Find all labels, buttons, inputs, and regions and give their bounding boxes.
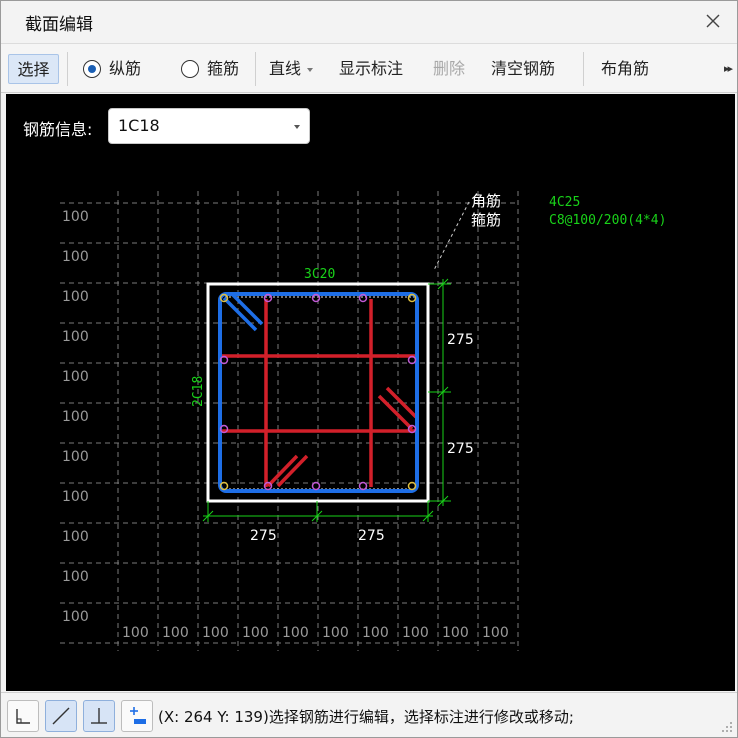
grid-label: 100 [62, 209, 89, 225]
rebar-point[interactable] [311, 481, 321, 491]
grid-label: 100 [62, 609, 89, 625]
grid-label: 100 [62, 529, 89, 545]
grid-labels: 100 100 100 100 100 100 100 100 100 100 100 100 100 1… [62, 209, 509, 641]
rebar-point[interactable] [358, 481, 368, 491]
grid-label: 100 [62, 569, 89, 585]
perpendicular-button[interactable] [83, 700, 115, 732]
window-title: 截面编辑 [25, 15, 93, 35]
diagonal-line-icon [52, 707, 70, 725]
stirrup-radio[interactable]: 箍筋 [181, 54, 239, 84]
line-label: 直线 [269, 59, 302, 78]
background-grid [60, 191, 519, 651]
toolbar: 选择 纵筋 箍筋 直线 显示标注 删除 清空钢筋 布角筋 ▸▸ [1, 43, 737, 93]
legend-stirrup-label: 箍筋 [471, 211, 501, 229]
radio-unchecked-icon [181, 60, 199, 78]
dim-bottom-right[interactable]: 275 [358, 528, 385, 544]
grid-label: 100 [62, 249, 89, 265]
grid-label: 100 [62, 449, 89, 465]
grid-label: 100 [322, 625, 349, 641]
perpendicular-icon [91, 708, 107, 724]
grid-label: 100 [62, 329, 89, 345]
diagonal-line-button[interactable] [45, 700, 77, 732]
grid-label: 100 [62, 369, 89, 385]
title-bar: 截面编辑 [1, 1, 737, 41]
status-text: (X: 264 Y: 139)选择钢筋进行编辑，选择标注进行修改或移动; [158, 708, 574, 726]
orthogonal-icon [16, 709, 30, 724]
dim-bottom-left[interactable]: 275 [250, 528, 277, 544]
dim-right-top[interactable]: 275 [447, 332, 474, 348]
corner-spec-label: 4C25 [549, 195, 580, 210]
orthogonal-button[interactable] [7, 700, 39, 732]
corner-rebar-button[interactable]: 布角筋 [601, 54, 649, 84]
grid-label: 100 [282, 625, 309, 641]
grid-label: 100 [442, 625, 469, 641]
grid-label: 100 [402, 625, 429, 641]
add-dimension-icon [130, 707, 146, 724]
resize-grip-icon[interactable] [721, 721, 733, 733]
section-edit-window: 截面编辑 选择 纵筋 箍筋 直线 显示标注 删除 清空钢筋 布角筋 ▸▸ 钢筋信… [0, 0, 738, 738]
top-rebar-label[interactable]: 3C20 [304, 267, 335, 282]
dim-right-bottom[interactable]: 275 [447, 441, 474, 457]
legend-corner-label: 角筋 [471, 192, 501, 210]
legend-leader-line [433, 201, 470, 271]
grid-label: 100 [202, 625, 229, 641]
side-rebar-label[interactable]: 2C18 [191, 376, 206, 407]
grid-label: 100 [162, 625, 189, 641]
status-bar: (X: 264 Y: 139)选择钢筋进行编辑，选择标注进行修改或移动; [1, 692, 737, 737]
stirrup-spec-label: C8@100/200(4*4) [549, 213, 666, 228]
grid-label: 100 [362, 625, 389, 641]
toolbar-divider [67, 52, 68, 86]
section-drawing[interactable]: 100 100 100 100 100 100 100 100 100 100 100 100 100 1… [6, 94, 735, 691]
add-dimension-button[interactable] [121, 700, 153, 732]
close-icon [706, 14, 720, 28]
toolbar-divider [255, 52, 256, 86]
chevron-down-icon [307, 67, 314, 72]
stirrup-label: 箍筋 [207, 59, 240, 78]
longitudinal-label: 纵筋 [109, 59, 142, 78]
toolbar-divider [583, 52, 584, 86]
grid-label: 100 [122, 625, 149, 641]
rebar-point[interactable] [407, 481, 417, 491]
select-button[interactable]: 选择 [8, 54, 59, 84]
longitudinal-radio[interactable]: 纵筋 [83, 54, 141, 84]
more-overflow-button[interactable]: ▸▸ [724, 54, 733, 84]
grid-label: 100 [242, 625, 269, 641]
drawing-canvas[interactable]: 钢筋信息: 1C18 100 100 100 100 100 100 100 100 100 10… [6, 94, 735, 691]
stirrup-hook[interactable] [377, 394, 414, 431]
show-dimension-button[interactable]: 显示标注 [339, 54, 403, 84]
close-button[interactable] [701, 9, 725, 33]
grid-label: 100 [62, 489, 89, 505]
clear-rebar-button[interactable]: 清空钢筋 [491, 54, 555, 84]
outer-stirrup-hooks[interactable] [222, 292, 264, 332]
radio-checked-icon [83, 60, 101, 78]
line-dropdown[interactable]: 直线 [269, 54, 314, 84]
grid-label: 100 [62, 289, 89, 305]
delete-button[interactable]: 删除 [433, 54, 465, 84]
grid-label: 100 [482, 625, 509, 641]
grid-label: 100 [62, 409, 89, 425]
